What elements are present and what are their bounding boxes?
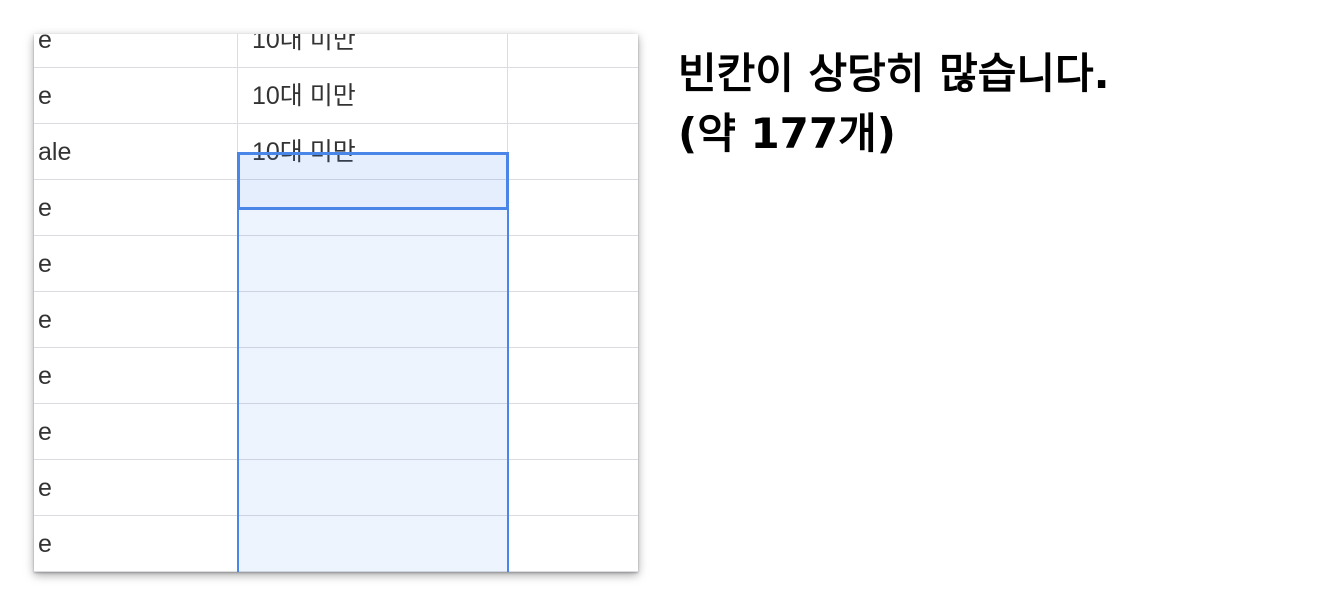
cell-empty[interactable]	[508, 516, 638, 572]
cell-empty[interactable]	[508, 404, 638, 460]
table-row: e 10대 미만	[34, 68, 638, 124]
table-row: e	[34, 236, 638, 292]
cell-empty[interactable]	[508, 68, 638, 124]
cell-empty[interactable]	[508, 292, 638, 348]
table-row: e	[34, 460, 638, 516]
cell-age-group[interactable]: 10대 미만	[238, 34, 508, 68]
cell-gender[interactable]: e	[34, 348, 238, 404]
cell-age-group[interactable]: 10대 미만	[238, 68, 508, 124]
cell-gender[interactable]: e	[34, 34, 238, 68]
annotation-text: 빈칸이 상당히 많습니다. (약 177개)	[678, 44, 1298, 164]
table-row: e	[34, 404, 638, 460]
table-row: e 10대 미만	[34, 34, 638, 68]
cell-gender[interactable]: e	[34, 68, 238, 124]
cell-age-group[interactable]	[238, 516, 508, 572]
cell-empty[interactable]	[508, 124, 638, 180]
annotation-line-2: (약 177개)	[678, 109, 896, 158]
spreadsheet-screenshot: e 10대 미만 e 10대 미만 ale 10대 미만 e e e e e e…	[34, 34, 638, 572]
table-row: e	[34, 292, 638, 348]
cell-gender[interactable]: e	[34, 460, 238, 516]
cell-age-group[interactable]	[238, 348, 508, 404]
cell-gender[interactable]: e	[34, 180, 238, 236]
cell-gender[interactable]: ale	[34, 124, 238, 180]
active-cell[interactable]	[237, 152, 509, 210]
table-row: e	[34, 516, 638, 572]
cell-empty[interactable]	[508, 180, 638, 236]
cell-gender[interactable]: e	[34, 516, 238, 572]
cell-age-group[interactable]	[238, 292, 508, 348]
spreadsheet-grid: e 10대 미만 e 10대 미만 ale 10대 미만 e e e e e e…	[34, 34, 638, 572]
cell-empty[interactable]	[508, 460, 638, 516]
cell-gender[interactable]: e	[34, 292, 238, 348]
cell-age-group[interactable]	[238, 404, 508, 460]
cell-empty[interactable]	[508, 34, 638, 68]
slide: e 10대 미만 e 10대 미만 ale 10대 미만 e e e e e e…	[0, 0, 1320, 590]
cell-empty[interactable]	[508, 348, 638, 404]
cell-age-group[interactable]	[238, 460, 508, 516]
cell-age-group[interactable]	[238, 236, 508, 292]
cell-empty[interactable]	[508, 236, 638, 292]
cell-gender[interactable]: e	[34, 404, 238, 460]
annotation-line-1: 빈칸이 상당히 많습니다.	[678, 49, 1110, 98]
cell-gender[interactable]: e	[34, 236, 238, 292]
table-row: e	[34, 348, 638, 404]
